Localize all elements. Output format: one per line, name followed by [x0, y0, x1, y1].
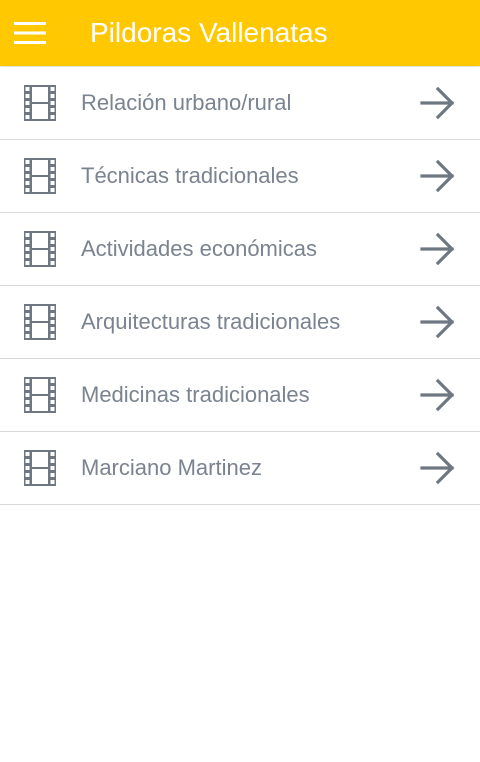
- list-item-label: Arquitecturas tradicionales: [81, 309, 341, 334]
- hamburger-menu-icon[interactable]: [14, 21, 46, 45]
- list-item[interactable]: Técnicas tradicionales: [0, 140, 480, 213]
- film-strip-icon: [24, 450, 56, 486]
- list-item-label: Técnicas tradicionales: [81, 163, 299, 188]
- app-screen: Pildoras Vallenatas Relación urbano/rura…: [0, 0, 480, 762]
- list-item-label: Relación urbano/rural: [81, 90, 292, 115]
- list-item[interactable]: Relación urbano/rural: [0, 67, 480, 140]
- arrow-right-icon[interactable]: [420, 450, 456, 486]
- video-list: Relación urbano/rural Técnicas tradicion…: [0, 67, 480, 505]
- list-item[interactable]: Arquitecturas tradicionales: [0, 286, 480, 359]
- menu-button[interactable]: [6, 9, 54, 57]
- list-item[interactable]: Actividades económicas: [0, 213, 480, 286]
- film-strip-icon: [24, 85, 56, 121]
- arrow-right-icon[interactable]: [420, 377, 456, 413]
- arrow-right-icon[interactable]: [420, 231, 456, 267]
- app-bar: Pildoras Vallenatas: [0, 0, 480, 66]
- list-item-label: Actividades económicas: [81, 236, 318, 261]
- film-strip-icon: [24, 231, 56, 267]
- film-strip-icon: [24, 304, 56, 340]
- list-item-label: Medicinas tradicionales: [81, 382, 310, 407]
- film-strip-icon: [24, 377, 56, 413]
- arrow-right-icon[interactable]: [420, 85, 456, 121]
- arrow-right-icon[interactable]: [420, 158, 456, 194]
- list-item[interactable]: Medicinas tradicionales: [0, 359, 480, 432]
- list-item[interactable]: Marciano Martinez: [0, 432, 480, 505]
- film-strip-icon: [24, 158, 56, 194]
- list-item-label: Marciano Martinez: [81, 455, 262, 480]
- arrow-right-icon[interactable]: [420, 304, 456, 340]
- app-title: Pildoras Vallenatas: [90, 17, 328, 48]
